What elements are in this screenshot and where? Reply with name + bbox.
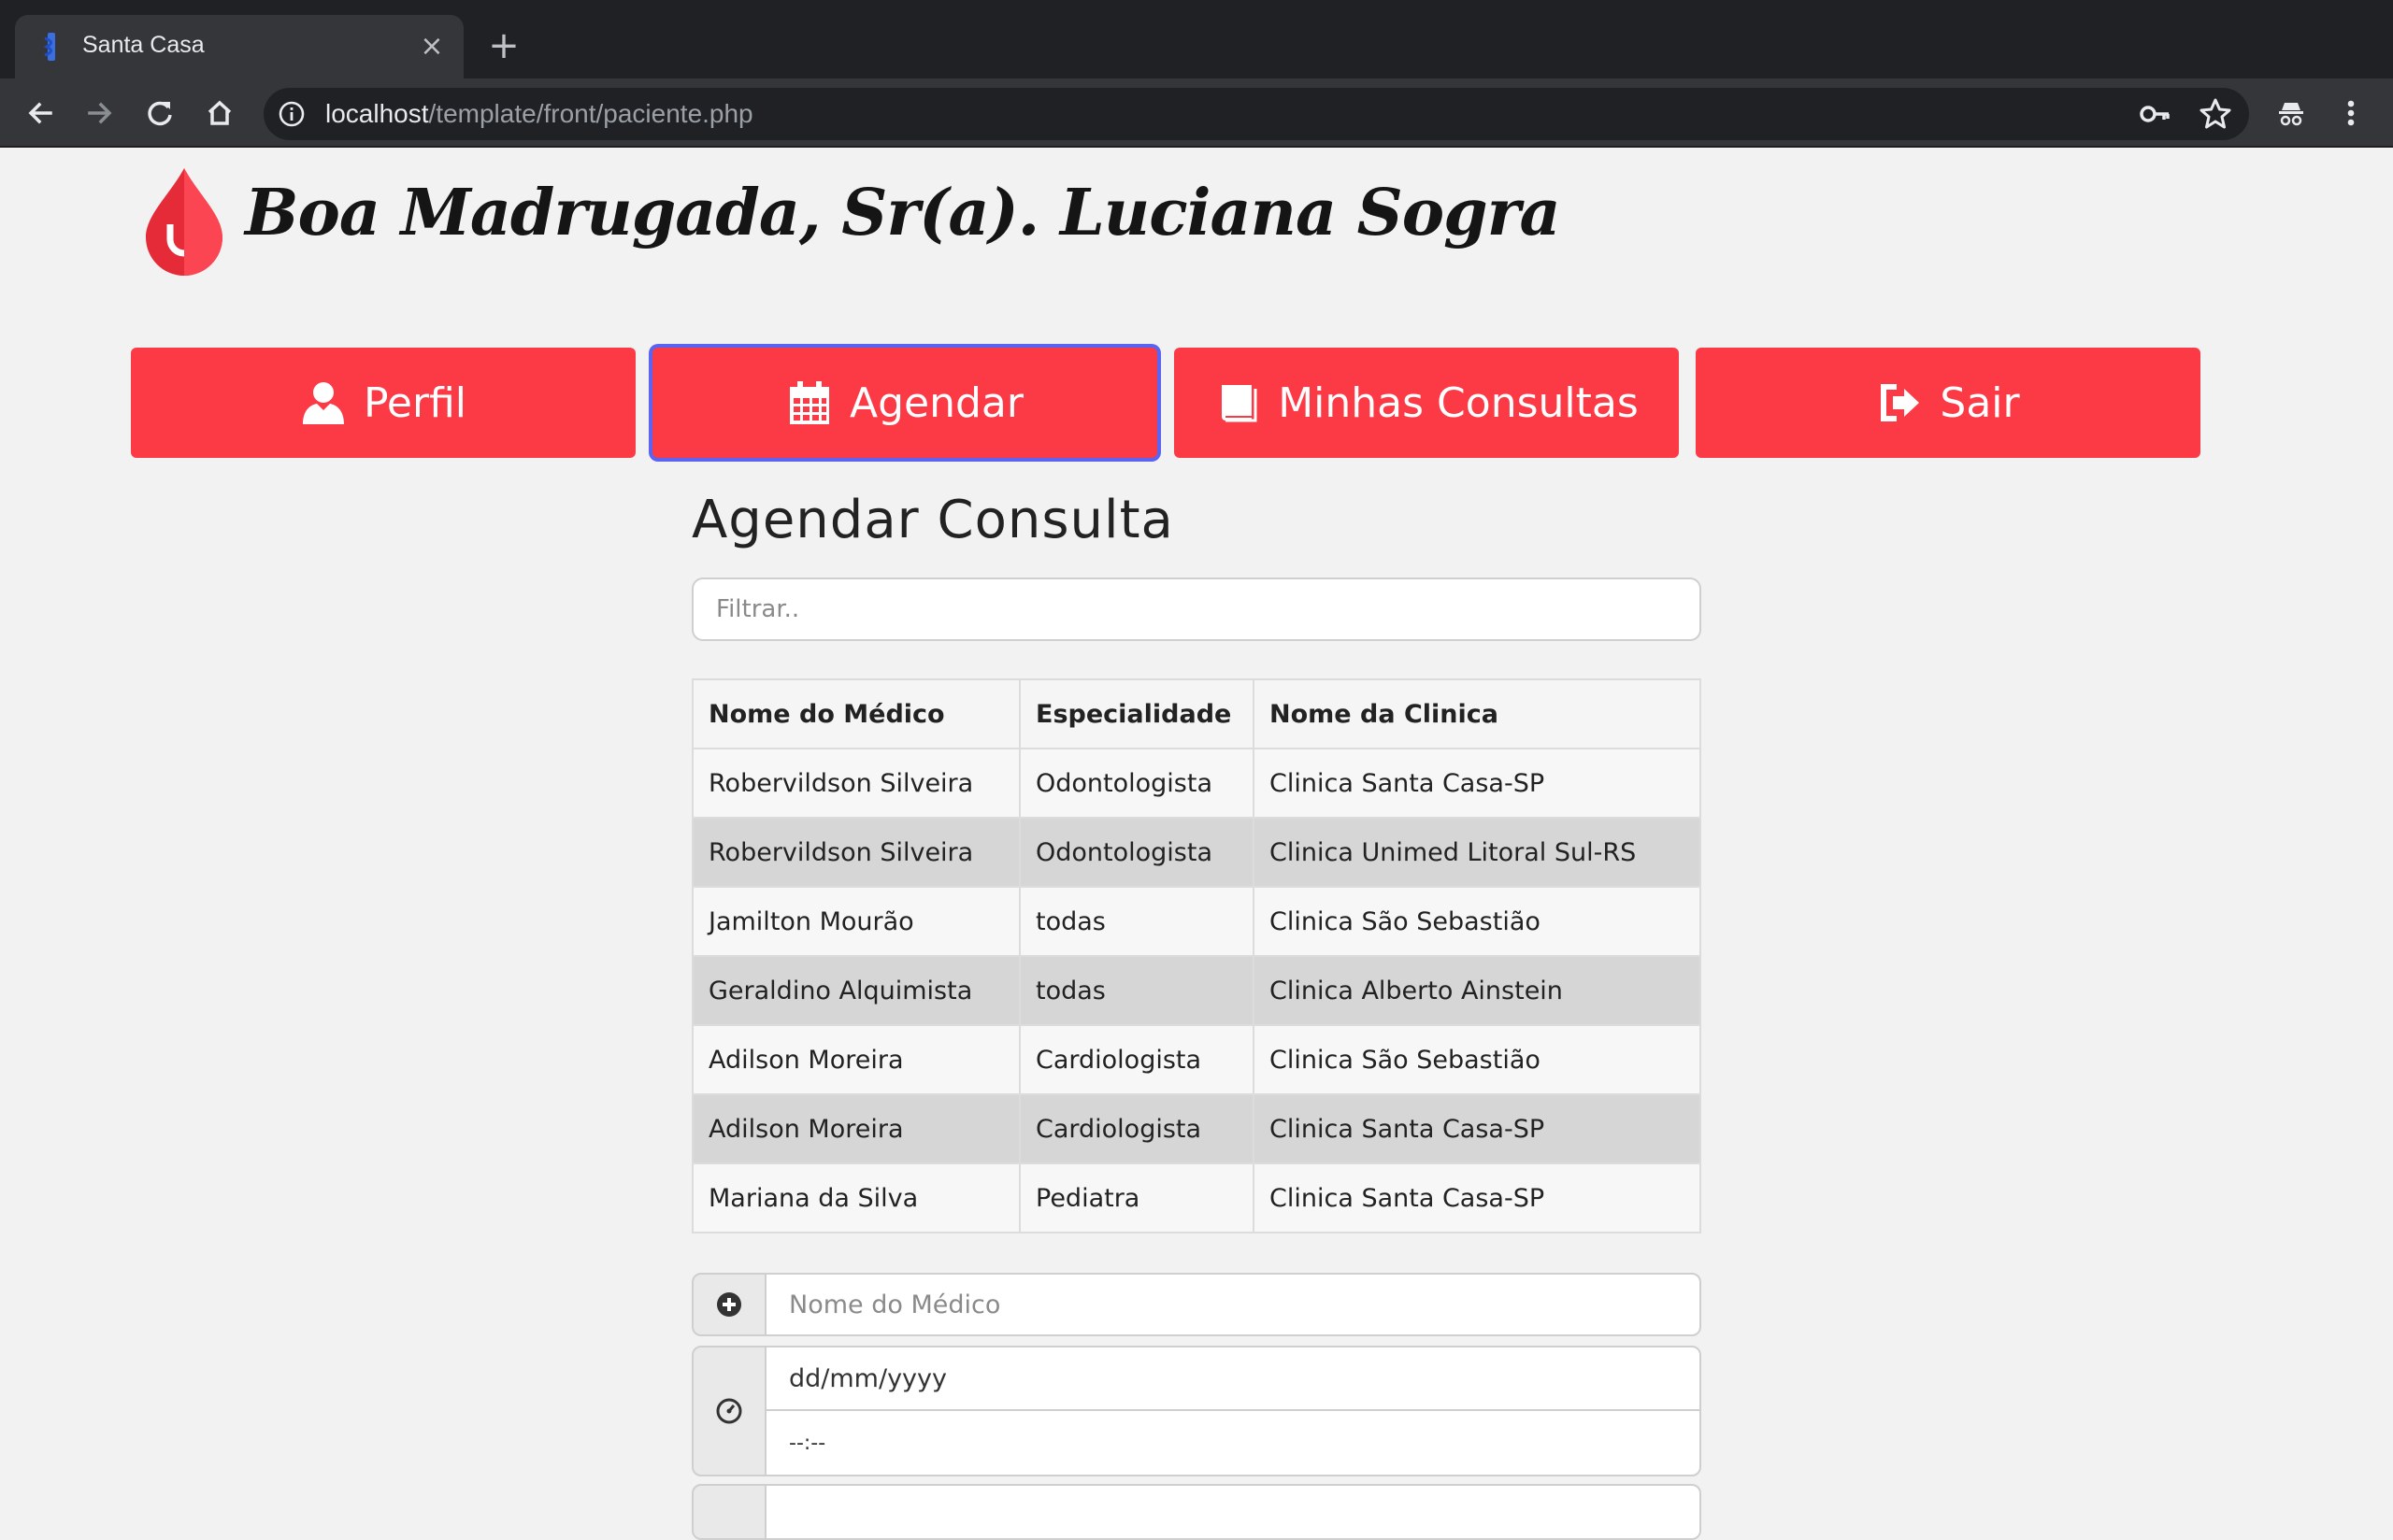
browser-toolbar: localhost/template/front/paciente.php bbox=[0, 78, 2393, 148]
cell-especialidade: Odontologista bbox=[1019, 817, 1254, 888]
cell-especialidade: Pediatra bbox=[1019, 1162, 1254, 1233]
cell-clinica: Clinica Alberto Ainstein bbox=[1253, 955, 1701, 1026]
cell-especialidade: todas bbox=[1019, 955, 1254, 1026]
menu-kebab-icon[interactable] bbox=[2329, 92, 2372, 135]
next-field-addon bbox=[692, 1484, 767, 1540]
info-icon[interactable] bbox=[277, 99, 307, 129]
date-input[interactable] bbox=[765, 1346, 1701, 1411]
minhas-consultas-label: Minhas Consultas bbox=[1278, 378, 1639, 427]
home-icon[interactable] bbox=[198, 92, 241, 135]
table-row[interactable]: Robervildson Silveira Odontologista Clin… bbox=[692, 817, 1701, 888]
blood-drop-logo-icon bbox=[146, 168, 222, 276]
sair-label: Sair bbox=[1940, 378, 2020, 427]
cell-especialidade: Cardiologista bbox=[1019, 1024, 1254, 1095]
sign-out-icon bbox=[1881, 384, 1920, 421]
cell-medico: Jamilton Mourão bbox=[692, 886, 1021, 957]
cell-especialidade: Cardiologista bbox=[1019, 1093, 1254, 1164]
table-row[interactable]: Adilson Moreira Cardiologista Clinica Sã… bbox=[692, 1024, 1701, 1095]
url-path: /template/front/paciente.php bbox=[428, 99, 753, 128]
cell-especialidade: Odontologista bbox=[1019, 748, 1254, 819]
time-input[interactable] bbox=[765, 1409, 1701, 1476]
doctors-table: Nome do Médico Especialidade Nome da Cli… bbox=[692, 678, 1701, 1233]
header-nome-medico: Nome do Médico bbox=[692, 678, 1021, 749]
cell-clinica: Clinica Unimed Litoral Sul-RS bbox=[1253, 817, 1701, 888]
clock-addon bbox=[692, 1346, 767, 1476]
cell-clinica: Clinica Santa Casa-SP bbox=[1253, 1093, 1701, 1164]
url-host: localhost bbox=[325, 99, 429, 128]
address-bar[interactable]: localhost/template/front/paciente.php bbox=[264, 88, 2249, 140]
perfil-label: Perfil bbox=[363, 378, 467, 427]
header-nome-clinica: Nome da Clinica bbox=[1253, 678, 1701, 749]
table-row[interactable]: Mariana da Silva Pediatra Clinica Santa … bbox=[692, 1162, 1701, 1233]
reload-icon[interactable] bbox=[138, 92, 181, 135]
agendar-button[interactable]: Agendar bbox=[652, 348, 1157, 458]
cell-medico: Adilson Moreira bbox=[692, 1093, 1021, 1164]
section-title: Agendar Consulta bbox=[692, 490, 1174, 550]
tab-close-icon[interactable]: × bbox=[413, 28, 451, 65]
tab-title: Santa Casa bbox=[82, 32, 205, 58]
plus-circle-icon bbox=[717, 1292, 741, 1317]
cell-clinica: Clinica São Sebastião bbox=[1253, 1024, 1701, 1095]
next-field-input[interactable] bbox=[765, 1484, 1701, 1540]
table-row[interactable]: Jamilton Mourão todas Clinica São Sebast… bbox=[692, 886, 1701, 957]
cell-clinica: Clinica São Sebastião bbox=[1253, 886, 1701, 957]
plus-circle-addon bbox=[692, 1273, 767, 1336]
filter-input[interactable] bbox=[692, 578, 1701, 641]
cell-medico: Robervildson Silveira bbox=[692, 748, 1021, 819]
back-arrow-icon[interactable] bbox=[19, 92, 62, 135]
page-content: Boa Madrugada, Sr(a). Luciana Sogra Perf… bbox=[0, 148, 2393, 1540]
calendar-icon bbox=[790, 381, 830, 424]
medico-input[interactable] bbox=[765, 1273, 1701, 1336]
clock-icon bbox=[716, 1398, 742, 1424]
greeting-title: Boa Madrugada, Sr(a). Luciana Sogra bbox=[245, 176, 1561, 250]
browser-tabstrip: Santa Casa × + bbox=[0, 0, 2393, 78]
url-text: localhost/template/front/paciente.php bbox=[325, 99, 753, 129]
header-especialidade: Especialidade bbox=[1019, 678, 1254, 749]
minhas-consultas-button[interactable]: Minhas Consultas bbox=[1174, 348, 1679, 458]
table-row[interactable]: Robervildson Silveira Odontologista Clin… bbox=[692, 748, 1701, 819]
perfil-button[interactable]: Perfil bbox=[131, 348, 636, 458]
key-icon[interactable] bbox=[2139, 97, 2172, 131]
bookmark-star-icon[interactable] bbox=[2197, 95, 2234, 133]
sair-button[interactable]: Sair bbox=[1696, 348, 2200, 458]
new-tab-icon[interactable]: + bbox=[482, 24, 525, 67]
cell-medico: Robervildson Silveira bbox=[692, 817, 1021, 888]
table-row[interactable]: Adilson Moreira Cardiologista Clinica Sa… bbox=[692, 1093, 1701, 1164]
cell-especialidade: todas bbox=[1019, 886, 1254, 957]
table-row[interactable]: Geraldino Alquimista todas Clinica Alber… bbox=[692, 955, 1701, 1026]
forward-arrow-icon[interactable] bbox=[79, 92, 122, 135]
incognito-icon[interactable] bbox=[2270, 92, 2313, 135]
cell-medico: Geraldino Alquimista bbox=[692, 955, 1021, 1026]
book-icon bbox=[1222, 385, 1257, 422]
table-header-row: Nome do Médico Especialidade Nome da Cli… bbox=[692, 678, 1701, 749]
cell-clinica: Clinica Santa Casa-SP bbox=[1253, 748, 1701, 819]
medical-favicon-icon bbox=[43, 33, 55, 61]
cell-medico: Adilson Moreira bbox=[692, 1024, 1021, 1095]
agendar-label: Agendar bbox=[850, 378, 1024, 427]
cell-clinica: Clinica Santa Casa-SP bbox=[1253, 1162, 1701, 1233]
browser-tab[interactable]: Santa Casa × bbox=[15, 15, 464, 78]
cell-medico: Mariana da Silva bbox=[692, 1162, 1021, 1233]
user-icon bbox=[302, 382, 344, 424]
